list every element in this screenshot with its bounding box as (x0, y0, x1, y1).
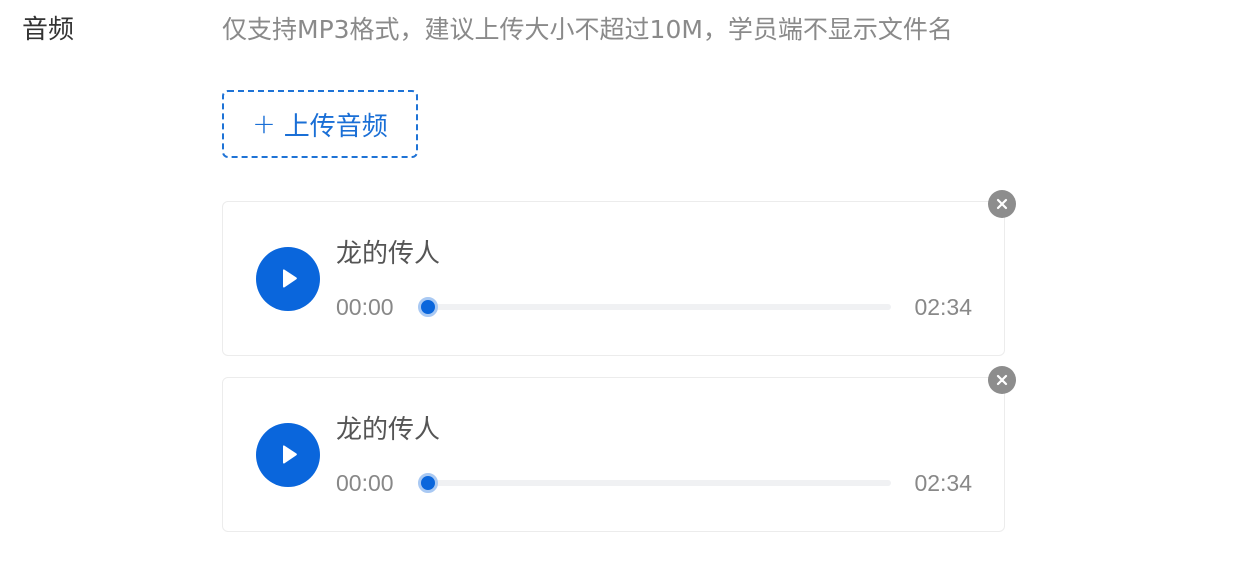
duration: 02:34 (914, 294, 972, 320)
play-icon (283, 269, 297, 288)
audio-upload-section: 音频 仅支持MP3格式，建议上传大小不超过10M，学员端不显示文件名 + 上传音… (0, 0, 1238, 578)
current-time: 00:00 (336, 294, 394, 320)
upload-audio-button[interactable]: + 上传音频 (222, 90, 418, 158)
close-icon (996, 198, 1008, 210)
audio-card: 龙的传人 00:00 02:34 (222, 366, 1016, 532)
duration: 02:34 (914, 470, 972, 496)
progress-knob[interactable] (418, 297, 438, 317)
progress-track[interactable] (418, 473, 891, 493)
audio-title: 龙的传人 (336, 239, 441, 269)
play-button[interactable] (256, 247, 320, 311)
remove-audio-button[interactable] (988, 190, 1016, 218)
progress-track[interactable] (418, 297, 891, 317)
upload-hint: 仅支持MP3格式，建议上传大小不超过10M，学员端不显示文件名 (222, 15, 953, 44)
audio-list: 龙的传人 00:00 02:34 龙的传人 00:00 02:34 (222, 190, 1016, 553)
field-label: 音频 (22, 15, 75, 45)
plus-icon: + (252, 107, 276, 140)
current-time: 00:00 (336, 470, 394, 496)
audio-card: 龙的传人 00:00 02:34 (222, 190, 1016, 356)
close-icon (996, 374, 1008, 386)
audio-title: 龙的传人 (336, 415, 441, 445)
progress-knob[interactable] (418, 473, 438, 493)
remove-audio-button[interactable] (988, 366, 1016, 394)
upload-audio-label: 上传音频 (283, 111, 388, 142)
play-button[interactable] (256, 423, 320, 487)
play-icon (283, 445, 297, 464)
